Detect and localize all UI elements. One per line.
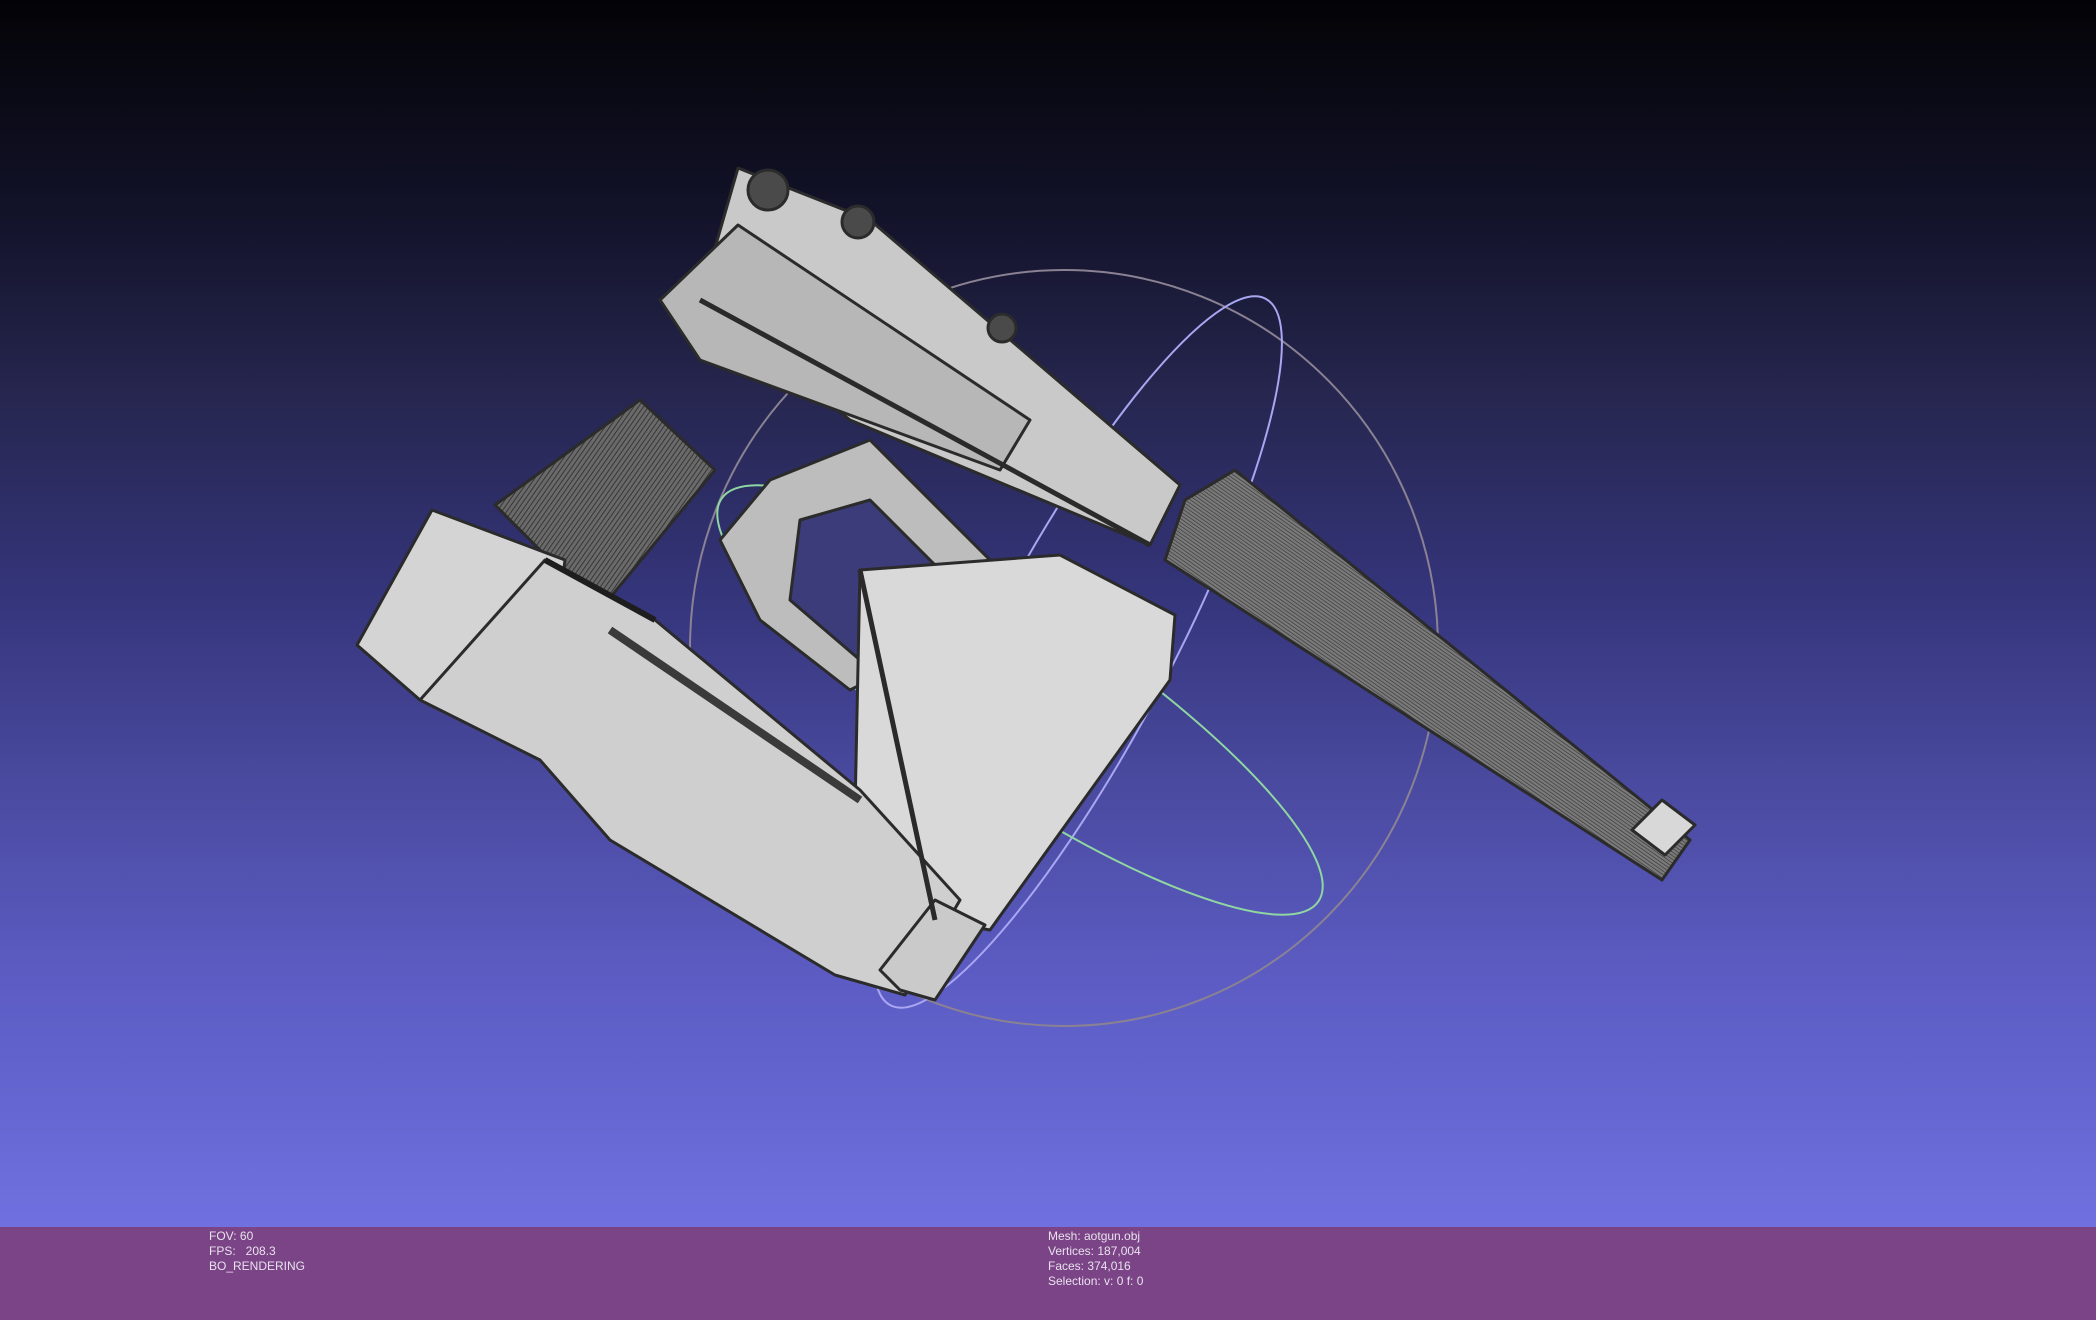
selection-readout: Selection: v: 0 f: 0 <box>1048 1274 1144 1288</box>
faces-readout: Faces: 374,016 <box>1048 1259 1131 1273</box>
render-mode-readout: BO_RENDERING <box>209 1259 306 1273</box>
vertices-readout: Vertices: 187,004 <box>1048 1244 1141 1258</box>
barrel <box>1163 468 1692 882</box>
render-info-panel: FOV: 60 FPS: 208.3 BO_RENDERING <box>209 1229 305 1274</box>
sight-knob <box>840 204 876 240</box>
mesh-name-readout: Mesh: aotgun.obj <box>1048 1229 1141 1243</box>
fov-readout: FOV: 60 <box>209 1229 254 1243</box>
sight-knob-2 <box>986 312 1018 344</box>
fps-readout: FPS: 208.3 <box>209 1244 276 1258</box>
info-bar: FOV: 60 FPS: 208.3 BO_RENDERING Mesh: ao… <box>0 1227 2096 1320</box>
3d-pistol-mesh[interactable] <box>355 166 1697 1002</box>
scene-canvas[interactable] <box>0 0 2096 1227</box>
3d-viewport[interactable] <box>0 0 2096 1227</box>
hammer-knob <box>746 168 790 212</box>
mesh-info-panel: Mesh: aotgun.obj Vertices: 187,004 Faces… <box>1048 1229 1143 1289</box>
